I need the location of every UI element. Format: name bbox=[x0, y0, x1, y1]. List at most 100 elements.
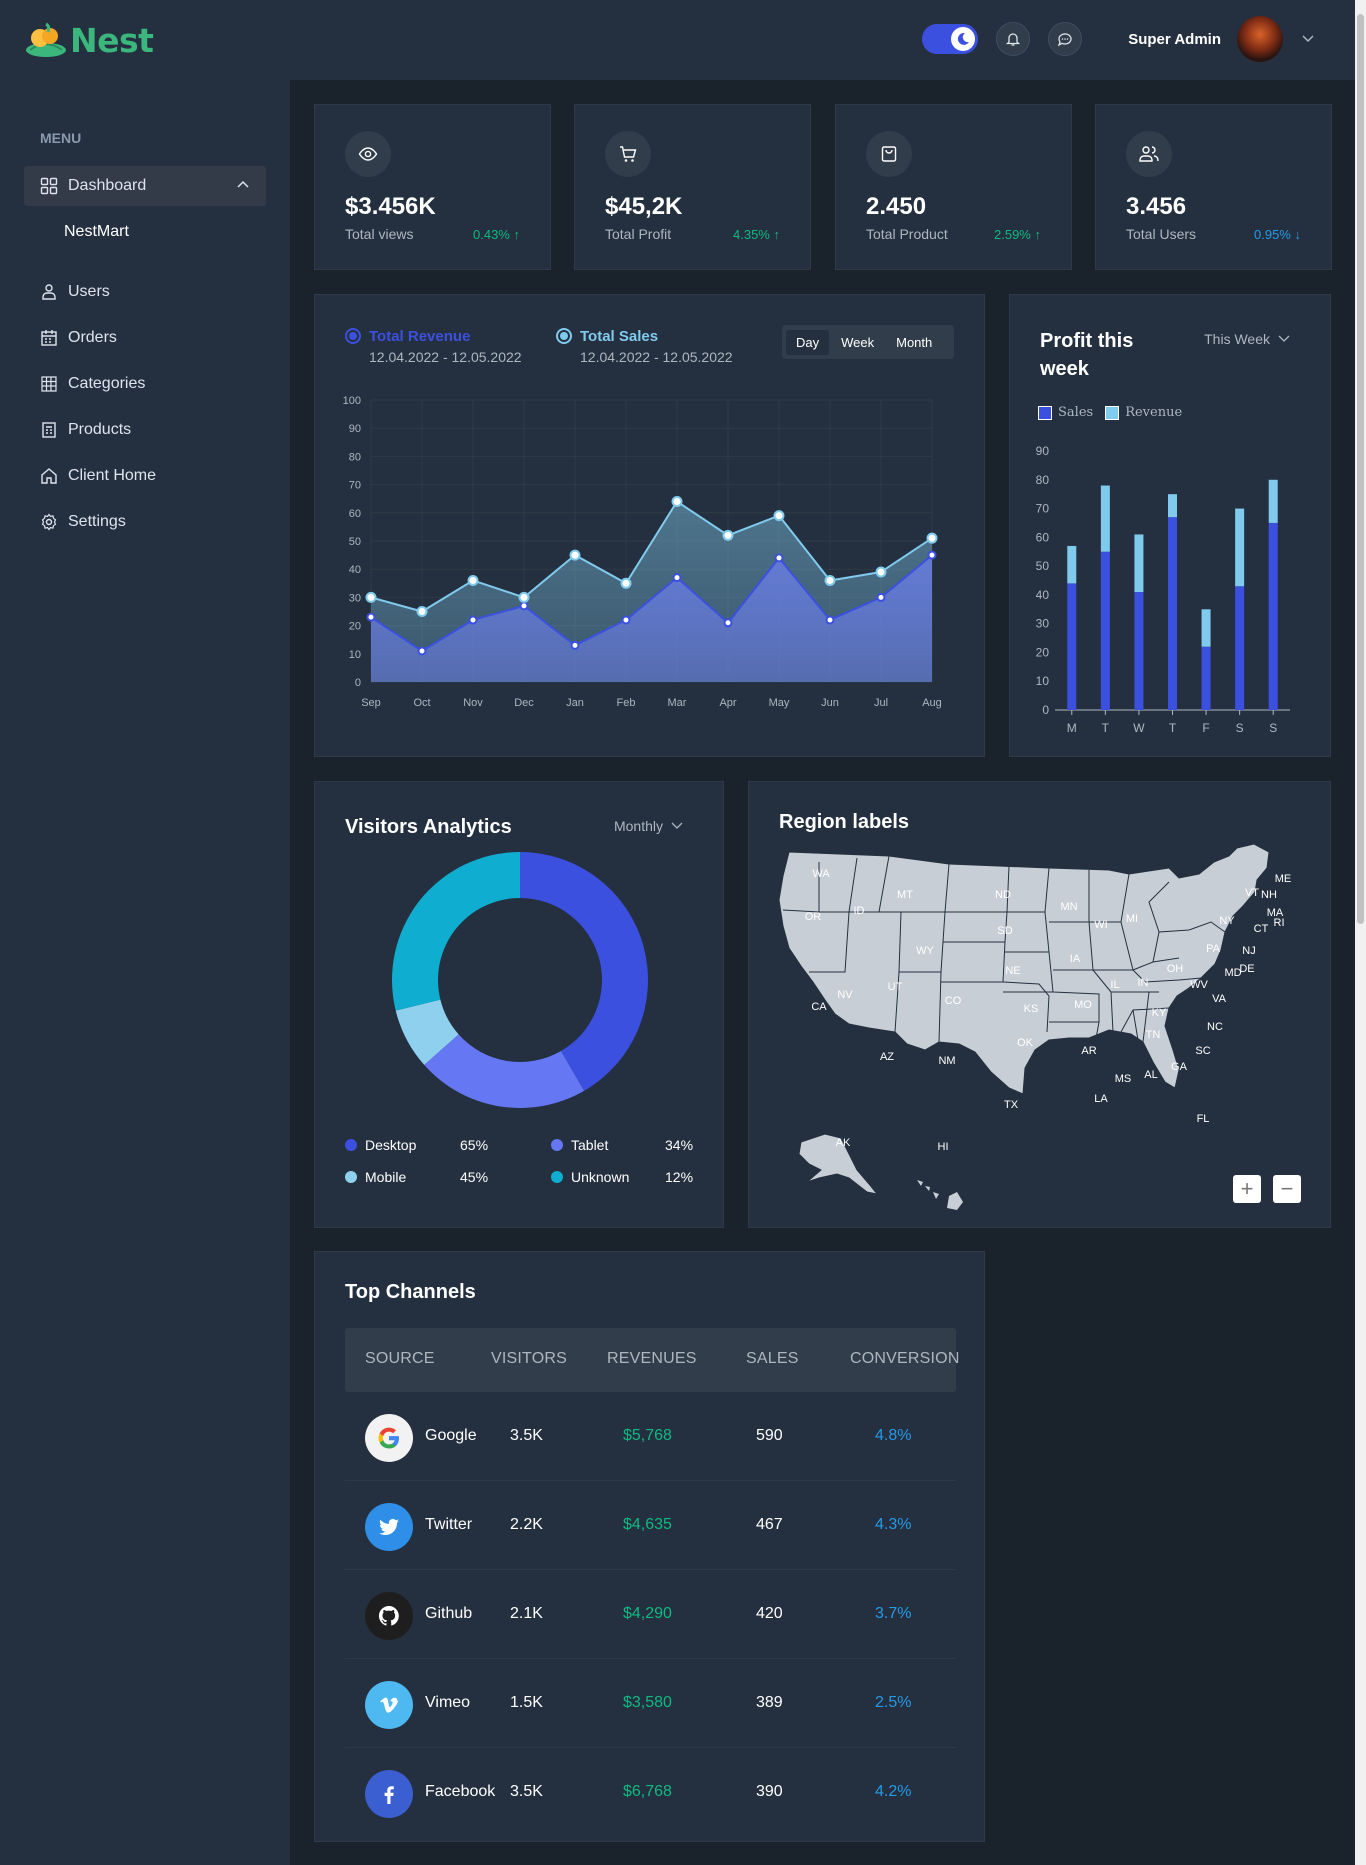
stat-value: 2.450 bbox=[866, 193, 927, 220]
sidebar-item-client-home[interactable]: Client Home bbox=[24, 456, 266, 496]
data-point bbox=[620, 577, 632, 589]
state-label-mo: MO bbox=[1074, 999, 1092, 1011]
usa-map[interactable]: WAOR IDMT NDMNWI MI NYMEVT NHMARICTNJDEMDPAOH… bbox=[749, 782, 1332, 1229]
y-tick-label: 0 bbox=[1042, 703, 1049, 717]
bar-revenue bbox=[1067, 545, 1077, 584]
stat-value: 3.456 bbox=[1126, 193, 1187, 220]
state-label-mt: MT bbox=[897, 889, 913, 901]
sidebar: MENU Dashboard NestMart Users Orders Cat… bbox=[0, 80, 290, 1865]
chevron-down-icon[interactable] bbox=[1301, 34, 1315, 44]
bar-sales bbox=[1134, 592, 1144, 710]
x-tick-label: F bbox=[1202, 721, 1209, 735]
x-tick-label: Aug bbox=[922, 697, 942, 709]
state-label-in: IN bbox=[1138, 977, 1149, 989]
sidebar-item-dashboard[interactable]: Dashboard bbox=[24, 166, 266, 206]
logo[interactable]: Nest bbox=[24, 20, 154, 60]
legend-dot bbox=[551, 1139, 563, 1151]
cart-icon bbox=[605, 131, 651, 177]
y-tick-label: 50 bbox=[349, 536, 361, 548]
column-revenues[interactable]: REVENUES bbox=[607, 1350, 697, 1368]
state-label-nm: NM bbox=[938, 1055, 955, 1067]
scrollbar-thumb[interactable] bbox=[1357, 14, 1364, 924]
data-point bbox=[417, 646, 427, 656]
state-label-al: AL bbox=[1144, 1069, 1157, 1081]
avatar[interactable] bbox=[1237, 16, 1283, 62]
column-source[interactable]: SOURCE bbox=[365, 1350, 435, 1368]
legend-value: 34% bbox=[665, 1137, 694, 1153]
legend-value: 45% bbox=[460, 1169, 489, 1185]
state-label-wi: WI bbox=[1094, 919, 1107, 931]
column-visitors[interactable]: VISITORS bbox=[491, 1350, 567, 1368]
table-row[interactable]: Google 3.5K $5,768 590 4.8% bbox=[345, 1392, 956, 1481]
sidebar-subitem-nestmart[interactable]: NestMart bbox=[64, 223, 129, 241]
user-name[interactable]: Super Admin bbox=[1128, 31, 1221, 48]
data-point bbox=[722, 529, 734, 541]
state-label-nh: NH bbox=[1261, 889, 1277, 901]
y-tick-label: 30 bbox=[349, 592, 361, 604]
data-point bbox=[926, 532, 938, 544]
profit-chart-card: Profit this week This Week Sales Revenue… bbox=[1009, 294, 1331, 757]
x-tick-label: Jul bbox=[874, 697, 888, 709]
state-label-nc: NC bbox=[1207, 1021, 1223, 1033]
legend-desktop: Desktop bbox=[345, 1137, 416, 1153]
state-label-ks: KS bbox=[1024, 1003, 1039, 1015]
dropdown-value: Monthly bbox=[613, 818, 663, 834]
column-conversion[interactable]: CONVERSION bbox=[850, 1350, 960, 1368]
sidebar-item-products[interactable]: Products bbox=[24, 410, 266, 450]
nest-logo-icon bbox=[26, 22, 66, 57]
legend-label: Mobile bbox=[365, 1169, 407, 1185]
chat-icon bbox=[1058, 33, 1072, 47]
sidebar-item-settings[interactable]: Settings bbox=[24, 502, 266, 542]
state-label-sd: SD bbox=[997, 925, 1012, 937]
messages-button[interactable] bbox=[1048, 22, 1083, 56]
panel-title: Visitors Analytics bbox=[345, 816, 512, 838]
data-point bbox=[416, 606, 428, 617]
arrow-up-icon: ↑ bbox=[1034, 227, 1042, 242]
conversion-value: 2.5% bbox=[875, 1694, 912, 1711]
zoom-out-button[interactable]: − bbox=[1273, 1175, 1301, 1203]
sidebar-item-categories[interactable]: Categories bbox=[24, 364, 266, 404]
legend-unknown: Unknown bbox=[551, 1169, 629, 1185]
table-row[interactable]: Github 2.1K $4,290 420 3.7% bbox=[345, 1570, 956, 1659]
data-point bbox=[824, 574, 836, 586]
data-point bbox=[773, 510, 785, 522]
bar-revenue bbox=[1268, 479, 1278, 523]
notification-button[interactable] bbox=[996, 22, 1031, 56]
sidebar-item-users[interactable]: Users bbox=[24, 272, 266, 312]
panel-title: Top Channels bbox=[345, 1281, 476, 1303]
sidebar-item-label: Users bbox=[68, 283, 110, 300]
page-scrollbar[interactable] bbox=[1355, 0, 1366, 1865]
home-icon bbox=[41, 468, 57, 484]
arrow-down-icon: ↓ bbox=[1294, 227, 1302, 242]
x-tick-label: Jun bbox=[821, 697, 839, 709]
data-point bbox=[519, 601, 529, 611]
state-label-mi: MI bbox=[1126, 913, 1138, 925]
dark-mode-toggle[interactable] bbox=[922, 24, 979, 54]
arrow-up-icon: ↑ bbox=[773, 227, 781, 242]
y-tick-label: 20 bbox=[1036, 645, 1050, 659]
sidebar-item-orders[interactable]: Orders bbox=[24, 318, 266, 358]
data-point bbox=[467, 574, 479, 586]
product-icon bbox=[42, 422, 56, 438]
data-point bbox=[876, 592, 886, 602]
state-label-wa: WA bbox=[812, 868, 830, 880]
y-tick-label: 50 bbox=[1036, 559, 1050, 573]
data-point bbox=[927, 550, 937, 560]
legend-label: Desktop bbox=[365, 1137, 417, 1153]
state-label-ar: AR bbox=[1081, 1045, 1096, 1057]
legend-value: 12% bbox=[665, 1169, 694, 1185]
monthly-dropdown[interactable]: Monthly bbox=[614, 818, 683, 834]
data-point bbox=[723, 618, 733, 628]
legend-dot bbox=[345, 1171, 357, 1183]
data-point bbox=[468, 615, 478, 625]
state-label-ga: GA bbox=[1171, 1061, 1188, 1073]
zoom-in-button[interactable]: + bbox=[1233, 1175, 1261, 1203]
column-sales[interactable]: SALES bbox=[746, 1350, 799, 1368]
table-row[interactable]: Twitter 2.2K $4,635 467 4.3% bbox=[345, 1481, 956, 1570]
source-name: Facebook bbox=[425, 1783, 496, 1800]
table-row[interactable]: Facebook 3.5K $6,768 390 4.2% bbox=[345, 1748, 956, 1837]
category-grid-icon bbox=[41, 376, 57, 392]
visitors-value: 2.2K bbox=[510, 1516, 543, 1533]
revenues-value: $4,290 bbox=[623, 1605, 672, 1622]
table-row[interactable]: Vimeo 1.5K $3,580 389 2.5% bbox=[345, 1659, 956, 1748]
